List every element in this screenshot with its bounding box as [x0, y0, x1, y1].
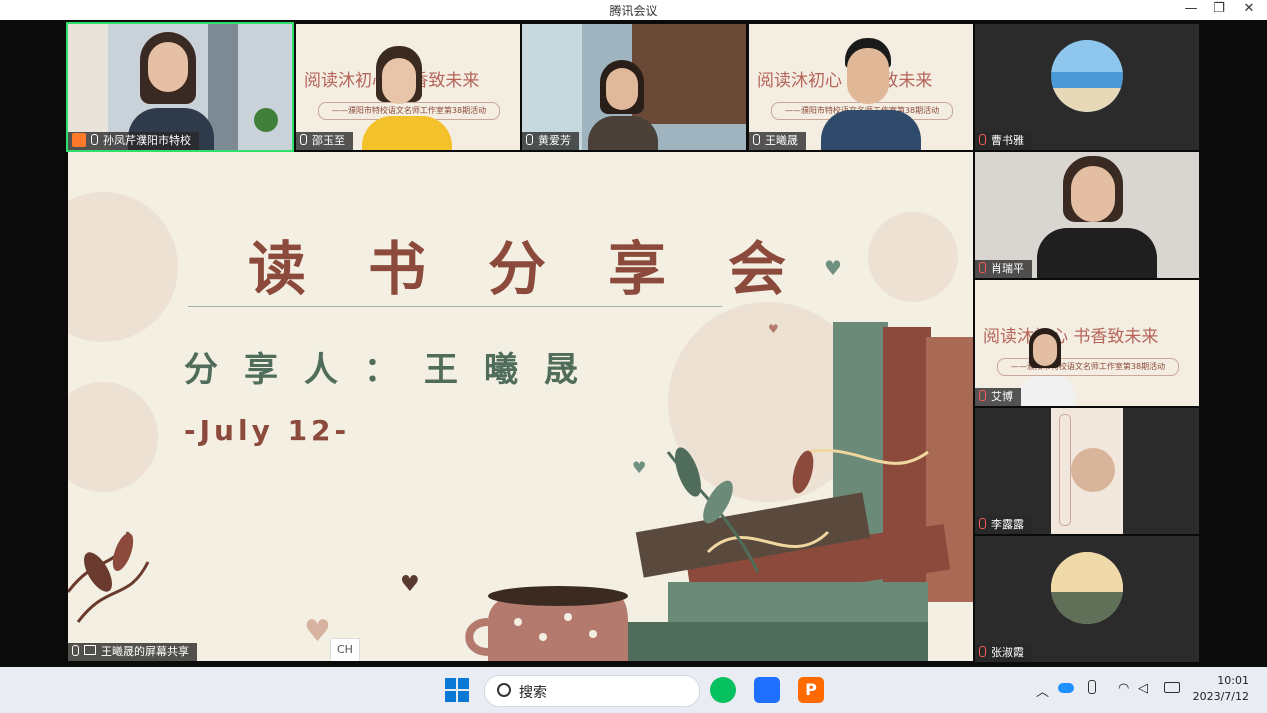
window-title: 腾讯会议: [609, 4, 658, 18]
microphone-icon[interactable]: [1088, 680, 1096, 694]
avatar-sand: [1051, 88, 1123, 112]
video-tile-huang[interactable]: 黄爱芳: [522, 24, 746, 150]
mic-muted-icon: [979, 646, 986, 657]
video-tile-ai[interactable]: 阅读沐初心 书香致未来 ——濮阳市特校语文名师工作室第38期活动 艾博: [975, 280, 1199, 406]
avatar-mountain: [1051, 592, 1123, 624]
background-bookshelf: [632, 24, 746, 124]
meeting-stage: 孙凤芹濮阳市特校 阅读沐初心 书香致未来 ——濮阳市特校语文名师工作室第38期活…: [0, 20, 1267, 667]
person-face: [382, 58, 416, 104]
shared-screen[interactable]: 读书分享会 分享人：王曦晟 -July 12- ♥ ♥ ♥ ♥ ♥ CH 王曦晟…: [68, 152, 973, 661]
participant-label: 曹书雅: [975, 132, 1032, 150]
mic-icon: [526, 134, 533, 145]
wechat-icon[interactable]: [710, 677, 736, 703]
restore-button[interactable]: ❐: [1204, 0, 1234, 20]
search-icon: [497, 683, 511, 697]
tile-banner: 阅读沐初心 书香致未来: [983, 327, 1159, 347]
tile-banner-sub: ——濮阳市特校语文名师工作室第38期活动: [997, 358, 1179, 376]
participant-label: 王曦晟: [749, 132, 806, 150]
share-label: 王曦晟的屏幕共享: [68, 643, 197, 661]
participant-label: 邵玉至: [296, 132, 353, 150]
search-label: 搜索: [519, 685, 547, 701]
rotated-camera-feed: [1051, 408, 1123, 534]
avatar: [1051, 552, 1123, 624]
participant-label: 李露露: [975, 516, 1032, 534]
onedrive-icon[interactable]: [1058, 683, 1074, 693]
taskbar: 搜索 P ︿ ◠ ◁ 10:01 2023/7/12: [0, 667, 1267, 713]
taskbar-search[interactable]: 搜索: [484, 675, 700, 707]
person-body: [362, 116, 452, 150]
close-button[interactable]: ✕: [1234, 0, 1264, 20]
clock[interactable]: 10:01 2023/7/12: [1193, 673, 1249, 705]
participant-label: 孙凤芹濮阳市特校: [68, 132, 199, 150]
minimize-button[interactable]: —: [1176, 0, 1206, 20]
mic-muted-icon: [979, 262, 986, 273]
mic-muted-icon: [979, 390, 986, 401]
participant-label: 艾博: [975, 388, 1021, 406]
chevron-up-icon[interactable]: ︿: [1036, 681, 1049, 700]
ime-indicator[interactable]: CH: [330, 638, 360, 661]
wps-icon[interactable]: P: [798, 677, 824, 703]
tile-banner-sub: [1059, 414, 1071, 526]
video-tile-xiao[interactable]: 肖瑞平: [975, 152, 1199, 278]
tile-banner: 阅读沐初心 书香致未来: [757, 71, 933, 91]
person-face: [148, 42, 188, 92]
mic-icon: [753, 134, 760, 145]
video-tile-wang[interactable]: 阅读沐初心 书香致未来 ——濮阳市特校语文名师工作室第38期活动 王曦晟: [749, 24, 973, 150]
video-tile-cao[interactable]: 曹书雅: [975, 24, 1199, 150]
start-pane: [458, 678, 469, 689]
clock-date: 2023/7/12: [1192, 690, 1249, 703]
participant-label: 张淑霞: [975, 644, 1032, 662]
battery-icon[interactable]: [1164, 682, 1180, 693]
participant-label: 黄爱芳: [522, 132, 579, 150]
windows-start-icon[interactable]: [444, 677, 470, 703]
video-tile-shao[interactable]: 阅读沐初心 书香致未来 ——濮阳市特校语文名师工作室第38期活动 邵玉至: [296, 24, 520, 150]
person-face: [1071, 448, 1115, 492]
tencent-meeting-icon[interactable]: [754, 677, 780, 703]
host-icon: [72, 133, 86, 147]
background-plant: [254, 108, 278, 132]
participant-label: 肖瑞平: [975, 260, 1032, 278]
start-pane: [458, 691, 469, 702]
clock-time: 10:01: [1217, 674, 1249, 687]
person-body: [1037, 228, 1157, 278]
person-face: [1071, 166, 1115, 222]
avatar-sky: [1051, 552, 1123, 592]
mic-muted-icon: [979, 518, 986, 529]
person-face: [606, 68, 638, 110]
person-face: [847, 48, 889, 104]
avatar-sky: [1051, 40, 1123, 72]
mic-icon: [72, 645, 79, 656]
title-bar: 腾讯会议 — ❐ ✕: [0, 0, 1267, 20]
person-face: [1033, 334, 1057, 366]
video-tile-li[interactable]: 李露露: [975, 408, 1199, 534]
avatar: [1051, 40, 1123, 112]
mic-icon: [300, 134, 307, 145]
screen-share-icon: [84, 645, 96, 655]
video-tile-zhang[interactable]: 张淑霞: [975, 536, 1199, 662]
mic-muted-icon: [979, 134, 986, 145]
person-body: [588, 116, 658, 150]
start-pane: [445, 678, 456, 689]
person-body: [821, 110, 921, 150]
volume-icon[interactable]: ◁: [1138, 681, 1148, 696]
person-body: [1019, 376, 1075, 406]
video-tile-host[interactable]: 孙凤芹濮阳市特校: [66, 22, 294, 152]
start-pane: [445, 691, 456, 702]
wifi-icon[interactable]: ◠: [1118, 681, 1129, 696]
mic-icon: [91, 134, 98, 145]
books-illustration: [68, 322, 973, 661]
